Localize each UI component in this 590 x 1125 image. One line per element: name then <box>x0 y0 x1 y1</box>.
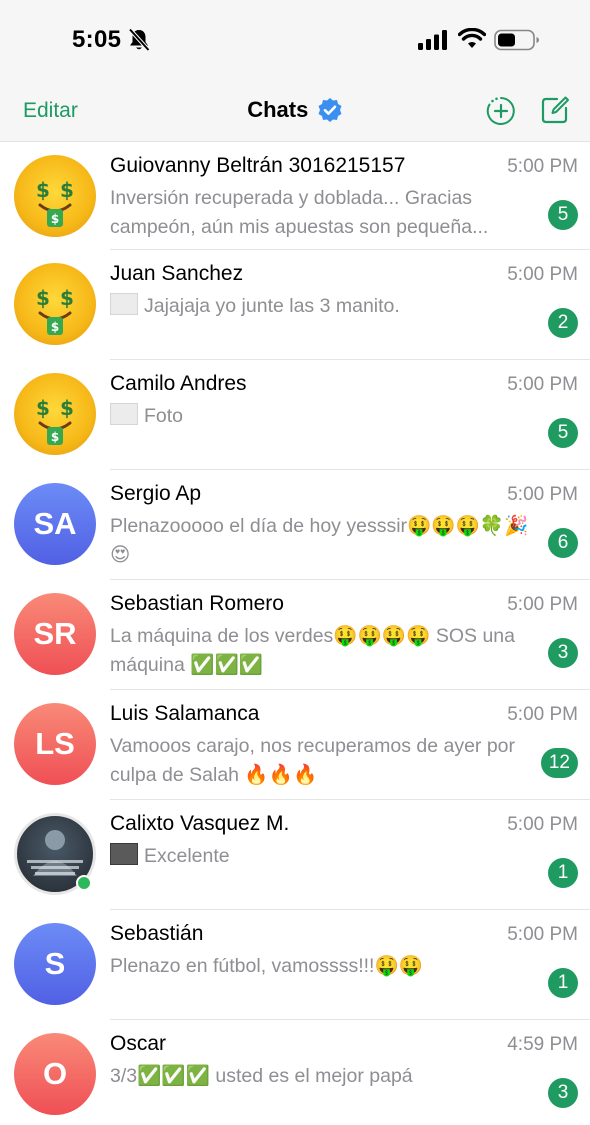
chat-preview: Excelente <box>110 842 540 871</box>
unread-badge: 5 <box>548 200 578 230</box>
status-bar: 5:05 <box>0 0 590 80</box>
chat-row[interactable]: SR Sebastian Romero 5:00 PM La máquina d… <box>0 580 590 690</box>
avatar: S <box>14 923 96 1005</box>
status-time: 5:05 <box>72 26 122 53</box>
chat-preview: 3/3✅✅✅ usted es el mejor papá <box>110 1065 413 1087</box>
chat-row[interactable]: O Oscar 4:59 PM 3/3✅✅✅ usted es el mejor… <box>0 1020 590 1125</box>
chat-preview: Foto <box>110 402 540 431</box>
chat-row[interactable]: Calixto Vasquez M. 5:00 PM Excelente 1 <box>0 800 590 910</box>
chat-preview-text: Jajajaja yo junte las 3 manito. <box>144 295 400 317</box>
new-status-icon[interactable] <box>486 96 516 126</box>
svg-text:$: $ <box>36 396 50 420</box>
chat-preview: Plenazooooo el día de hoy yesssir🤑🤑🤑🍀🎉😍 <box>110 515 529 566</box>
bell-slash-icon <box>128 28 150 52</box>
chat-name: Calixto Vasquez M. <box>110 812 290 835</box>
svg-text:$: $ <box>51 212 59 226</box>
chat-name: Guiovanny Beltrán 3016215157 <box>110 154 406 177</box>
chat-row[interactable]: $ $ $ Guiovanny Beltrán 3016215157 5:00 … <box>0 142 590 250</box>
chat-time: 5:00 PM <box>507 594 578 615</box>
image-thumbnail <box>110 843 138 865</box>
avatar: $ $ $ <box>14 155 96 237</box>
wifi-icon <box>458 28 486 48</box>
money-mouth-face-icon: $ $ $ <box>36 396 74 445</box>
chat-preview: Plenazo en fútbol, vamossss!!!🤑🤑 <box>110 955 424 977</box>
chat-time: 5:00 PM <box>507 264 578 285</box>
avatar: SR <box>14 593 96 675</box>
chat-row[interactable]: $ $ $ Juan Sanchez 5:00 PM Jajajaja yo j… <box>0 250 590 360</box>
chat-time: 5:00 PM <box>507 814 578 835</box>
svg-text:$: $ <box>60 396 74 420</box>
chat-time: 4:59 PM <box>507 1034 578 1055</box>
chat-preview: Vamooos carajo, nos recuperamos de ayer … <box>110 735 516 786</box>
avatar: O <box>14 1033 96 1115</box>
unread-badge: 3 <box>548 1078 578 1108</box>
unread-badge: 3 <box>548 638 578 668</box>
chat-time: 5:00 PM <box>507 924 578 945</box>
cellular-signal-icon <box>418 30 447 50</box>
chat-preview: Jajajaja yo junte las 3 manito. <box>110 292 540 321</box>
unread-badge: 1 <box>548 968 578 998</box>
unread-badge: 1 <box>548 858 578 888</box>
svg-text:$: $ <box>60 178 74 202</box>
image-thumbnail <box>110 403 138 425</box>
avatar: SA <box>14 483 96 565</box>
unread-badge: 5 <box>548 418 578 448</box>
online-indicator <box>76 875 92 891</box>
chat-row[interactable]: $ $ $ Camilo Andres 5:00 PM Foto 5 <box>0 360 590 470</box>
compose-icon[interactable] <box>540 95 570 125</box>
chat-name: Sebastian Romero <box>110 592 284 615</box>
chat-time: 5:00 PM <box>507 704 578 725</box>
chat-list: $ $ $ Guiovanny Beltrán 3016215157 5:00 … <box>0 142 590 1125</box>
chat-name: Juan Sanchez <box>110 262 244 285</box>
chat-preview: Inversión recuperada y doblada... Gracia… <box>110 187 489 238</box>
money-mouth-face-icon: $ $ $ <box>36 286 74 335</box>
chat-time: 5:00 PM <box>507 374 578 395</box>
image-thumbnail <box>110 293 138 315</box>
svg-text:$: $ <box>36 178 50 202</box>
chat-time: 5:00 PM <box>507 484 578 505</box>
chat-name: Sebastián <box>110 922 204 945</box>
chat-row[interactable]: SA Sergio Ap 5:00 PM Plenazooooo el día … <box>0 470 590 580</box>
svg-text:$: $ <box>51 320 59 334</box>
page-title: Chats <box>247 97 309 122</box>
verified-badge-icon <box>318 98 342 122</box>
unread-badge: 2 <box>548 308 578 338</box>
svg-text:$: $ <box>51 430 59 444</box>
chat-row[interactable]: LS Luis Salamanca 5:00 PM Vamooos carajo… <box>0 690 590 800</box>
chat-name: Camilo Andres <box>110 372 247 395</box>
unread-badge: 12 <box>540 748 578 778</box>
chat-name: Sergio Ap <box>110 482 202 505</box>
avatar: LS <box>14 703 96 785</box>
money-mouth-face-icon: $ $ $ <box>36 178 74 227</box>
chat-preview: La máquina de los verdes🤑🤑🤑🤑 SOS una máq… <box>110 625 515 676</box>
unread-badge: 6 <box>548 528 578 558</box>
chat-preview-text: Foto <box>144 405 184 427</box>
battery-icon <box>494 29 539 51</box>
avatar: $ $ $ <box>14 263 96 345</box>
navigation-bar: Editar Chats <box>0 80 590 142</box>
chat-preview-text: Excelente <box>144 845 230 867</box>
chat-time: 5:00 PM <box>507 156 578 177</box>
svg-text:$: $ <box>60 286 74 310</box>
chat-row[interactable]: S Sebastián 5:00 PM Plenazo en fútbol, v… <box>0 910 590 1020</box>
avatar: $ $ $ <box>14 373 96 455</box>
chat-name: Luis Salamanca <box>110 702 260 725</box>
svg-text:$: $ <box>36 286 50 310</box>
chat-name: Oscar <box>110 1032 167 1055</box>
